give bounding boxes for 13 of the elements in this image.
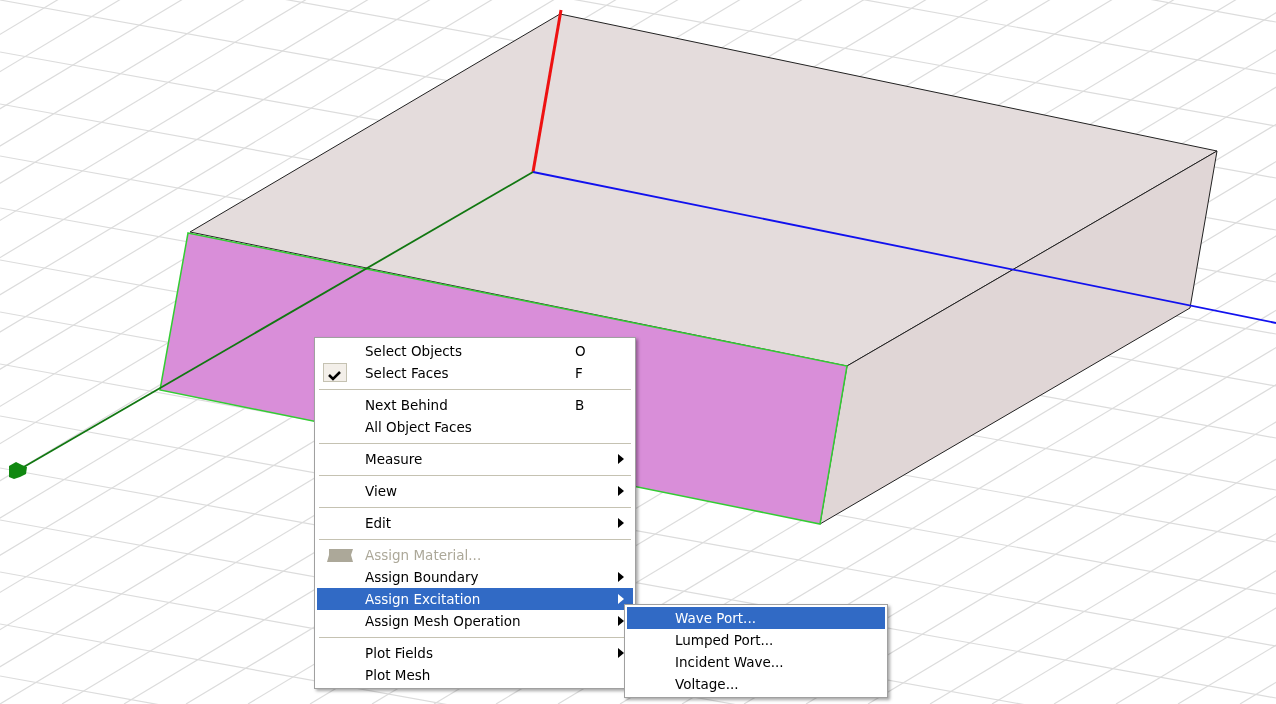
material-icon <box>325 548 355 563</box>
menu-item[interactable]: View <box>317 480 633 502</box>
menu-item[interactable]: Voltage... <box>627 673 885 695</box>
menu-item[interactable]: Wave Port... <box>627 607 885 629</box>
menu-item[interactable]: Select Objects O <box>317 340 633 362</box>
menu-item[interactable]: Assign Boundary <box>317 566 633 588</box>
menu-item[interactable]: Next Behind B <box>317 394 633 416</box>
axis-end-icon <box>9 462 27 479</box>
menu-item[interactable]: Assign Excitation <box>317 588 633 610</box>
menu-item[interactable]: Select Faces F <box>317 362 633 384</box>
menu-item[interactable]: Measure <box>317 448 633 470</box>
menu-item[interactable]: Edit <box>317 512 633 534</box>
menu-item[interactable]: All Object Faces <box>317 416 633 438</box>
